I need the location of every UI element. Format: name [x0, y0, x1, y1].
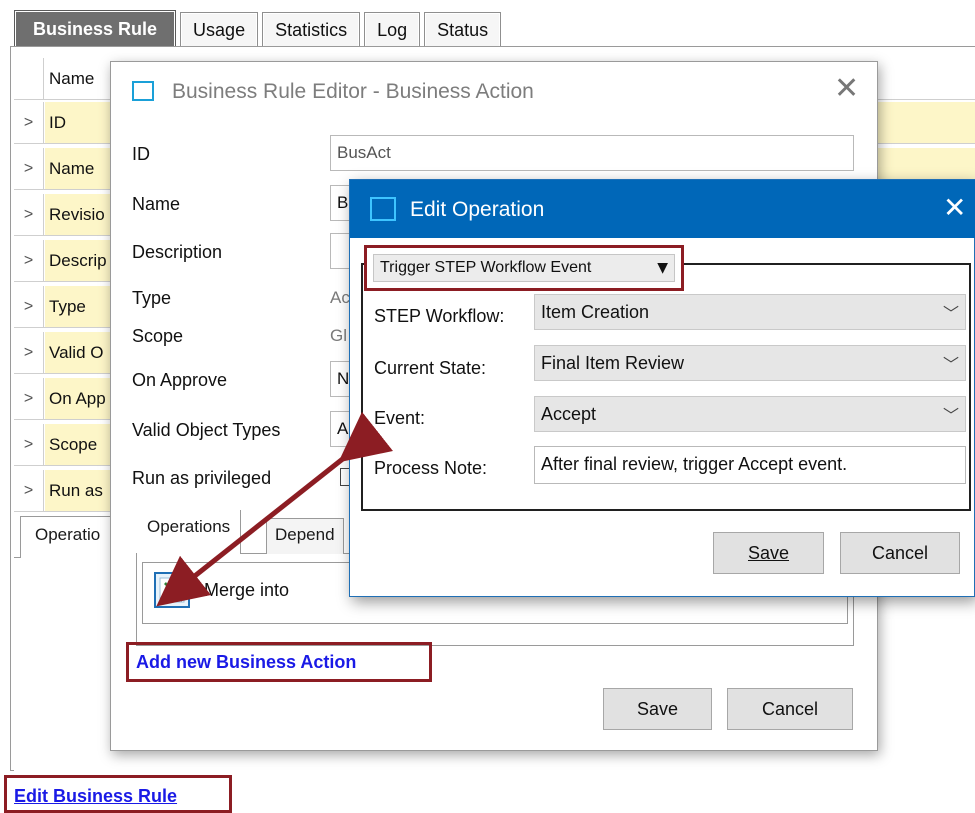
expand-icon[interactable]: > [14, 470, 44, 511]
id-label: ID [132, 144, 150, 164]
description-label: Description [132, 242, 223, 262]
dropdown-arrow-icon: ▼ [657, 260, 668, 276]
window-icon [370, 197, 396, 221]
tab-log[interactable]: Log [364, 12, 421, 48]
scope-value: Gl [330, 326, 347, 345]
step-workflow-dropdown[interactable]: Item Creation ﹀ [534, 294, 966, 330]
event-label: Event: [374, 408, 426, 428]
current-state-value: Final Item Review [541, 352, 685, 373]
id-field[interactable]: BusAct [330, 135, 854, 171]
operation-item-label[interactable]: Merge into [204, 580, 289, 601]
tab-status[interactable]: Status [424, 12, 502, 48]
save-button[interactable]: Save [713, 532, 824, 574]
chevron-down-icon: ﹀ [942, 406, 959, 425]
current-state-label: Current State: [374, 358, 487, 378]
operation-type-dropdown[interactable]: Trigger STEP Workflow Event ▼ [373, 254, 675, 282]
cancel-button[interactable]: Cancel [727, 688, 853, 730]
expand-icon[interactable]: > [14, 148, 44, 189]
current-state-dropdown[interactable]: Final Item Review ﹀ [534, 345, 966, 381]
dialog-title: Edit Operation [410, 198, 545, 221]
close-icon[interactable]: ✕ [834, 74, 859, 104]
tab-business-rule[interactable]: Business Rule [14, 10, 177, 48]
cancel-button-label: Cancel [871, 542, 929, 563]
type-value: Ac [330, 288, 350, 307]
edit-business-rule-link[interactable]: Edit Business Rule [14, 786, 177, 807]
valid-object-types-label: Valid Object Types [132, 420, 281, 440]
expand-icon[interactable]: > [14, 378, 44, 419]
on-approve-label: On Approve [132, 370, 228, 390]
tab-operations-editor[interactable]: Operations [137, 510, 242, 554]
process-note-field[interactable]: After final review, trigger Accept event… [534, 446, 966, 484]
event-dropdown[interactable]: Accept ﹀ [534, 396, 966, 432]
step-workflow-label: STEP Workflow: [374, 306, 505, 326]
tab-dependencies[interactable]: Depend [266, 518, 344, 554]
add-business-action-link[interactable]: Add new Business Action [136, 652, 356, 673]
expand-icon[interactable]: > [14, 332, 44, 373]
chevron-down-icon: ﹀ [942, 304, 959, 323]
save-button[interactable]: Save [603, 688, 712, 730]
edit-pencil-icon[interactable] [154, 572, 190, 608]
expand-icon[interactable]: > [14, 240, 44, 281]
tab-operations[interactable]: Operatio [20, 516, 116, 558]
tab-statistics[interactable]: Statistics [262, 12, 361, 48]
dialog-title: Business Rule Editor - Business Action [172, 80, 534, 103]
chevron-down-icon: ﹀ [942, 355, 959, 374]
name-label: Name [132, 194, 181, 214]
type-label: Type [132, 288, 172, 308]
expand-icon[interactable]: > [14, 194, 44, 235]
scope-label: Scope [132, 326, 184, 346]
expand-icon[interactable]: > [14, 424, 44, 465]
process-note-label: Process Note: [374, 458, 488, 478]
run-as-privileged-label: Run as privileged [132, 468, 272, 488]
event-value: Accept [541, 403, 597, 424]
tab-usage[interactable]: Usage [180, 12, 259, 48]
step-workflow-value: Item Creation [541, 301, 650, 322]
operation-type-label: Trigger STEP Workflow Event [380, 259, 592, 276]
main-tabstrip: Business Rule Usage Statistics Log Statu… [14, 8, 505, 48]
expand-icon[interactable]: > [14, 102, 44, 143]
cancel-button[interactable]: Cancel [840, 532, 960, 574]
save-button-label: Save [747, 542, 790, 563]
expand-icon[interactable]: > [14, 286, 44, 327]
window-icon [132, 81, 154, 101]
close-icon[interactable]: ✕ [943, 194, 966, 222]
pencil-glyph [159, 577, 185, 603]
